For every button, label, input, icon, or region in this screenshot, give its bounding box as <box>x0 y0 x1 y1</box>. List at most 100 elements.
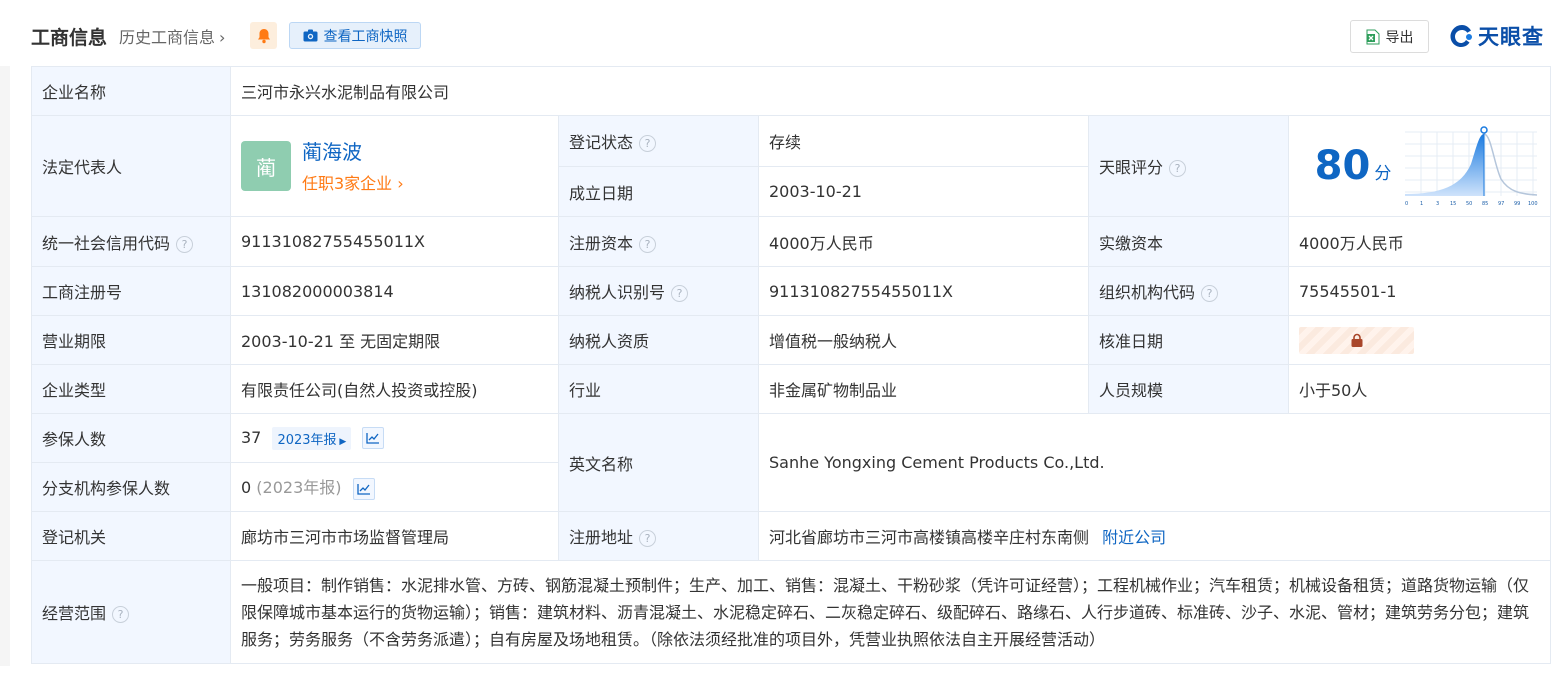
axis-tick: 50 <box>1466 201 1472 207</box>
score-cell[interactable]: 80 分 0 1 3 15 50 85 97 99 100 <box>1287 115 1552 217</box>
legal-rep-positions-label: 任职3家企业 <box>302 173 393 193</box>
lock-icon <box>1351 333 1362 347</box>
help-icon[interactable]: ? <box>112 606 130 623</box>
insured-value: 37 <box>241 427 262 447</box>
approve-date-label: 核准日期 <box>1088 315 1289 365</box>
axis-tick: 100 <box>1528 201 1538 207</box>
legal-rep-name-link[interactable]: 蔺海波 <box>302 139 404 165</box>
caret-right-icon: ▶ <box>336 436 347 447</box>
nearby-companies-link[interactable]: 附近公司 <box>1102 528 1166 547</box>
trend-chart-button[interactable] <box>362 427 385 449</box>
legal-rep-positions-link[interactable]: 任职3家企业 › <box>302 170 404 194</box>
row-company-name: 企业名称 三河市永兴水泥制品有限公司 <box>31 66 1552 116</box>
year-report-label: 2023年报 <box>277 432 337 448</box>
chevron-right-icon: › <box>392 173 404 193</box>
help-icon[interactable]: ? <box>1201 285 1219 302</box>
trend-chart-icon <box>356 483 370 495</box>
score-distribution-chart: 0 1 3 15 50 85 97 99 100 <box>1405 126 1538 207</box>
row-company-type: 企业类型 有限责任公司(自然人投资或控股) 行业 非金属矿物制品业 人员规模 小… <box>31 364 1552 414</box>
help-icon[interactable]: ? <box>176 235 194 253</box>
year-report-dropdown[interactable]: 2023年报 ▶ <box>272 426 352 450</box>
trend-chart-button[interactable] <box>352 477 375 500</box>
axis-tick: 15 <box>1450 201 1456 207</box>
credit-code-label: 统一社会信用代码 <box>42 233 171 253</box>
row-credit-code: 统一社会信用代码? 91131082755455011X 注册资本? 4000万… <box>31 216 1552 267</box>
taxpayer-qual-value: 增值税一般纳税人 <box>758 315 1089 365</box>
score-curve-line <box>1483 133 1538 196</box>
snapshot-button-label: 查看工商快照 <box>323 28 408 45</box>
reg-capital-label-cell: 注册资本? <box>558 216 759 267</box>
founded-label: 成立日期 <box>558 166 759 217</box>
brand-eye-icon <box>1450 25 1472 47</box>
authority-label: 登记机关 <box>31 511 231 561</box>
term-label: 营业期限 <box>31 315 231 365</box>
reg-status-label: 登记状态 <box>569 133 634 152</box>
axis-tick: 1 <box>1420 201 1423 207</box>
taxpayer-qual-label: 纳税人资质 <box>558 315 759 365</box>
address-label: 注册地址 <box>569 528 634 547</box>
reg-status-value: 存续 <box>758 115 1089 167</box>
trend-chart-icon <box>366 433 380 444</box>
company-type-label: 企业类型 <box>31 364 231 414</box>
approve-date-cell <box>1287 315 1552 365</box>
org-code-label: 组织机构代码 <box>1099 283 1196 302</box>
help-icon[interactable]: ? <box>639 530 657 547</box>
company-name-value: 三河市永兴水泥制品有限公司 <box>229 66 1552 116</box>
monitor-bell-button[interactable] <box>250 22 277 49</box>
row-term: 营业期限 2003-10-21 至 无固定期限 纳税人资质 增值税一般纳税人 核… <box>31 315 1552 365</box>
help-icon[interactable]: ? <box>1169 160 1187 177</box>
term-value: 2003-10-21 至 无固定期限 <box>230 315 559 365</box>
snapshot-button[interactable]: 查看工商快照 <box>289 22 421 49</box>
insured-cell: 37 2023年报 ▶ <box>230 413 559 463</box>
branch-insured-value: 0 <box>241 478 252 498</box>
credit-code-label-cell: 统一社会信用代码? <box>31 216 231 267</box>
taxpayer-id-label-cell: 纳税人识别号? <box>558 266 759 316</box>
help-icon[interactable]: ? <box>671 285 689 302</box>
score-label: 天眼评分 <box>1099 158 1164 177</box>
legal-rep-label: 法定代表人 <box>31 115 231 217</box>
locked-value-button[interactable] <box>1299 326 1414 354</box>
export-button[interactable]: 导出 <box>1350 20 1429 53</box>
insured-label: 参保人数 <box>31 413 231 463</box>
authority-value: 廊坊市三河市市场监督管理局 <box>230 511 559 561</box>
taxpayer-id-label: 纳税人识别号 <box>569 283 666 302</box>
paid-capital-value: 4000万人民币 <box>1287 216 1552 267</box>
taxpayer-id-value: 91131082755455011X <box>758 266 1089 316</box>
staff-size-label: 人员规模 <box>1088 364 1289 414</box>
row-insured: 参保人数 37 2023年报 ▶ 英文名称 Sanhe Yongxing Cem… <box>31 413 1552 512</box>
reg-status-label-cell: 登记状态? <box>558 115 759 167</box>
company-type-value: 有限责任公司(自然人投资或控股) <box>230 364 559 414</box>
english-name-label: 英文名称 <box>558 413 759 512</box>
score-curve-fill <box>1405 134 1484 196</box>
industry-value: 非金属矿物制品业 <box>758 364 1089 414</box>
scope-value: 一般项目：制作销售：水泥排水管、方砖、钢筋混凝土预制件；生产、加工、销售：混凝土… <box>229 560 1552 664</box>
address-cell: 河北省廊坊市三河市高楼镇高楼辛庄村东南侧 附近公司 <box>757 511 1552 561</box>
reg-no-label: 工商注册号 <box>31 266 231 316</box>
address-value: 河北省廊坊市三河市高楼镇高楼辛庄村东南侧 <box>769 528 1090 547</box>
left-gutter <box>0 66 10 666</box>
history-link[interactable]: 历史工商信息 › <box>119 24 225 48</box>
help-icon[interactable]: ? <box>639 135 657 152</box>
score-label-cell: 天眼评分? <box>1088 115 1289 217</box>
avatar[interactable]: 蔺 <box>241 141 291 191</box>
staff-size-value: 小于50人 <box>1287 364 1552 414</box>
address-label-cell: 注册地址? <box>558 511 759 561</box>
org-code-label-cell: 组织机构代码? <box>1088 266 1289 316</box>
axis-tick: 85 <box>1482 201 1488 207</box>
row-authority: 登记机关 廊坊市三河市市场监督管理局 注册地址? 河北省廊坊市三河市高楼镇高楼辛… <box>31 511 1552 561</box>
paid-capital-label: 实缴资本 <box>1088 216 1289 267</box>
brand-name: 天眼查 <box>1478 25 1544 49</box>
export-button-label: 导出 <box>1385 29 1414 46</box>
reg-no-value: 131082000003814 <box>230 266 559 316</box>
company-name-label: 企业名称 <box>31 66 231 116</box>
business-info-table: 企业名称 三河市永兴水泥制品有限公司 法定代表人 蔺 蔺海波 任职3家企业 › … <box>31 66 1552 664</box>
scope-label: 经营范围 <box>42 604 107 623</box>
history-link-label: 历史工商信息 <box>119 28 216 47</box>
help-icon[interactable]: ? <box>639 235 657 253</box>
row-reg-no: 工商注册号 131082000003814 纳税人识别号? 9113108275… <box>31 266 1552 316</box>
score-marker <box>1480 126 1488 134</box>
legal-rep-cell: 蔺 蔺海波 任职3家企业 › <box>230 115 559 217</box>
credit-code-value: 91131082755455011X <box>230 216 559 267</box>
axis-tick: 97 <box>1498 201 1504 207</box>
score-unit: 分 <box>1374 164 1392 184</box>
